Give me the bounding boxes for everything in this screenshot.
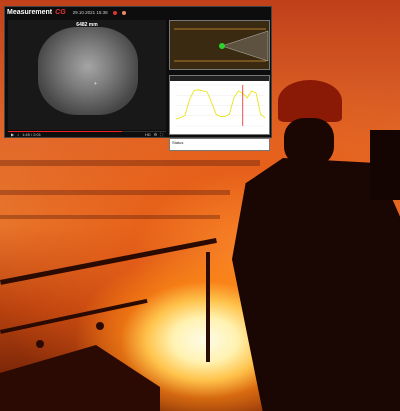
app-brand: CG bbox=[55, 9, 66, 16]
play-icon[interactable]: ▶ bbox=[11, 132, 14, 137]
crucible-knob bbox=[96, 322, 104, 330]
alert-icon[interactable] bbox=[121, 10, 126, 15]
chart-point bbox=[237, 90, 239, 92]
info-bar: Status bbox=[169, 138, 270, 151]
time-readout: 1:45 / 2:01 bbox=[22, 132, 41, 137]
chart-series-line bbox=[175, 89, 266, 120]
app-title: Measurement bbox=[7, 9, 53, 16]
chart-point bbox=[215, 113, 217, 115]
hd-toggle[interactable]: HD bbox=[145, 132, 151, 137]
target-marker: + bbox=[94, 81, 97, 87]
chart-point bbox=[246, 97, 248, 99]
chart-point bbox=[233, 97, 235, 99]
chart-point bbox=[255, 92, 257, 94]
settings-icon[interactable]: ⚙ bbox=[154, 132, 158, 137]
sensor-icon bbox=[219, 43, 225, 49]
railing bbox=[206, 252, 210, 362]
building-beam bbox=[0, 190, 230, 195]
railing bbox=[0, 238, 217, 285]
video-controls: ▶ ♪ 1:45 / 2:01 HD ⚙ ⛶ bbox=[8, 131, 166, 138]
volume-icon[interactable]: ♪ bbox=[17, 132, 19, 137]
hard-hat bbox=[278, 80, 342, 122]
equipment-box bbox=[370, 130, 400, 200]
chart-point bbox=[211, 102, 212, 103]
record-icon[interactable] bbox=[112, 10, 117, 15]
camera-view[interactable]: 6482 mm + bbox=[8, 20, 166, 130]
measurement-app-window: Measurement CG 29.10.2021 15:38 6482 mm … bbox=[4, 6, 272, 151]
sensor-cone bbox=[221, 30, 269, 62]
crucible-knob bbox=[36, 340, 44, 348]
position-sketch bbox=[169, 20, 270, 70]
chart-point bbox=[206, 91, 208, 93]
chart-point bbox=[264, 117, 266, 119]
chart-point bbox=[251, 90, 252, 92]
building-beam bbox=[0, 215, 220, 219]
chart-point bbox=[224, 116, 226, 117]
chart-point bbox=[184, 115, 186, 116]
chart-point bbox=[193, 90, 195, 92]
building-beam bbox=[0, 160, 260, 166]
profile-chart bbox=[175, 84, 266, 127]
chart-point bbox=[175, 118, 177, 120]
sketch-diagram bbox=[174, 28, 269, 62]
chart-point bbox=[229, 113, 230, 115]
chart-point bbox=[180, 117, 181, 119]
chart-point bbox=[202, 90, 204, 92]
chart-point bbox=[260, 113, 261, 115]
title-bar: Measurement CG 29.10.2021 15:38 bbox=[5, 7, 271, 18]
camera-image bbox=[38, 27, 138, 115]
distance-readout: 6482 mm bbox=[76, 22, 98, 28]
profile-chart-panel bbox=[169, 75, 270, 135]
timestamp: 29.10.2021 15:38 bbox=[72, 10, 108, 15]
crucible bbox=[0, 345, 160, 411]
railing bbox=[0, 298, 148, 334]
info-label: Status bbox=[172, 140, 184, 145]
chart-point bbox=[197, 89, 199, 91]
chart-point bbox=[189, 99, 190, 101]
chart-point bbox=[220, 116, 221, 117]
fullscreen-icon[interactable]: ⛶ bbox=[160, 132, 163, 137]
